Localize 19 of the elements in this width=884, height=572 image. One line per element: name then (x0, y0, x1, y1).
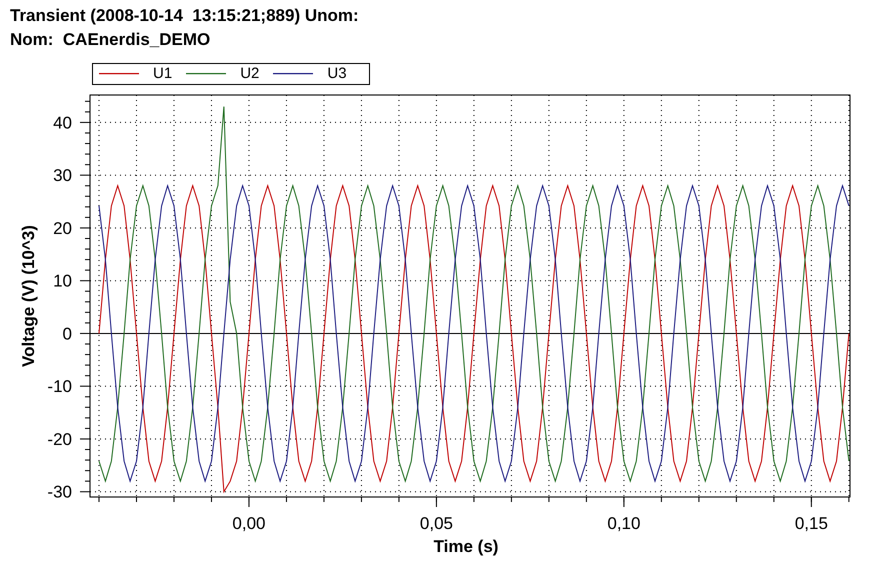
y-tick-label: -30 (47, 482, 72, 502)
legend-label: U2 (240, 64, 260, 84)
x-tick-label: 0,05 (420, 514, 453, 533)
chart-subtitle: Nom: CAEnerdis_DEMO (10, 29, 210, 51)
y-tick-label: -20 (47, 430, 72, 449)
y-tick-label: -10 (47, 377, 72, 396)
y-axis-title: Voltage (V) (10^3) (19, 225, 38, 367)
chart-title: Transient (2008-10-14 13:15:21;889) Unom: (10, 5, 359, 27)
y-tick-label: 10 (53, 272, 72, 291)
legend-label: U3 (327, 64, 347, 84)
x-axis-title: Time (s) (434, 537, 498, 556)
x-tick-label: 0,00 (232, 514, 266, 533)
x-tick-label: 0,15 (794, 514, 828, 533)
y-tick-label: 20 (53, 218, 72, 238)
y-tick-label: 40 (53, 113, 72, 132)
x-tick-label: 0,10 (607, 514, 640, 533)
y-tick-label: 0 (62, 324, 72, 344)
y-tick-label: 30 (53, 166, 72, 186)
legend-label: U1 (153, 64, 172, 84)
